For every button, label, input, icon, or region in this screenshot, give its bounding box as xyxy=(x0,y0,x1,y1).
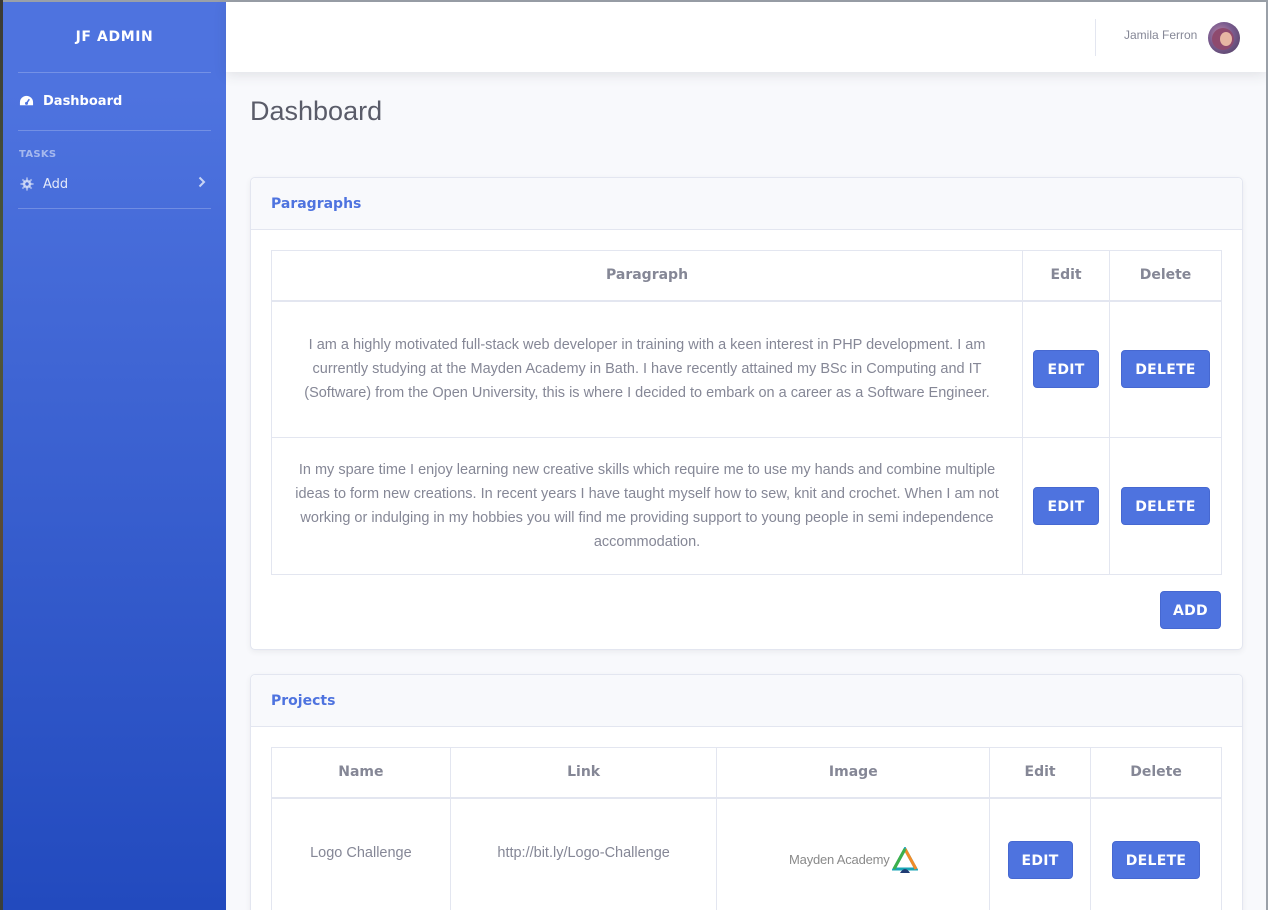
avatar[interactable] xyxy=(1208,22,1240,54)
delete-button[interactable]: DELETE xyxy=(1121,487,1210,525)
topbar-divider xyxy=(1095,19,1096,56)
gear-icon xyxy=(19,177,34,192)
delete-cell: DELETE xyxy=(1090,797,1222,910)
add-paragraph-button[interactable]: ADD xyxy=(1160,591,1221,629)
tachometer-icon xyxy=(19,94,34,109)
sidebar: JF ADMIN Dashboard TASKS Add xyxy=(3,2,226,910)
edit-button[interactable]: EDIT xyxy=(1007,840,1073,879)
table-row: I am a highly motivated full-stack web d… xyxy=(270,300,1222,438)
project-image: Mayden Academy xyxy=(716,797,991,910)
paragraph-text: In my spare time I enjoy learning new cr… xyxy=(270,437,1024,575)
edit-cell: EDIT xyxy=(1022,437,1111,575)
edit-cell: EDIT xyxy=(1022,300,1111,438)
mayden-academy-logo: Mayden Academy xyxy=(789,846,918,873)
card-title: Projects xyxy=(251,675,1242,727)
delete-button[interactable]: DELETE xyxy=(1121,350,1210,389)
project-link[interactable]: http://bit.ly/Logo-Challenge xyxy=(449,797,718,910)
chevron-right-icon xyxy=(198,176,206,192)
table-row: In my spare time I enjoy learning new cr… xyxy=(270,437,1222,575)
column-header: Delete xyxy=(1109,250,1222,302)
sidebar-divider xyxy=(18,208,211,209)
column-header: Paragraph xyxy=(270,250,1024,302)
delete-cell: DELETE xyxy=(1109,300,1222,438)
project-name: Logo Challenge xyxy=(271,797,451,910)
edit-button[interactable]: EDIT xyxy=(1033,350,1099,389)
paragraphs-card: Paragraphs Paragraph Edit Delete I am a … xyxy=(250,177,1243,650)
sidebar-item-dashboard[interactable]: Dashboard xyxy=(3,73,226,130)
paragraphs-table: Paragraph Edit Delete I am a highly moti… xyxy=(270,250,1222,575)
card-title: Paragraphs xyxy=(251,178,1242,230)
avatar-face xyxy=(1220,32,1232,46)
column-header: Delete xyxy=(1090,747,1222,799)
sidebar-item-add[interactable]: Add xyxy=(3,164,226,204)
column-header: Edit xyxy=(1022,250,1111,302)
page-title: Dashboard xyxy=(250,96,383,126)
delete-button[interactable]: DELETE xyxy=(1111,840,1201,879)
logo-text: Mayden Academy xyxy=(789,851,890,867)
brand-title[interactable]: JF ADMIN xyxy=(3,2,226,72)
delete-cell: DELETE xyxy=(1109,437,1222,575)
user-name[interactable]: Jamila Ferron xyxy=(1124,28,1197,42)
table-row: Logo Challenge http://bit.ly/Logo-Challe… xyxy=(271,797,1222,910)
mayden-a-icon xyxy=(891,846,918,873)
projects-card: Projects Name Link Image Edit Delete Log… xyxy=(250,674,1243,910)
topbar: Jamila Ferron xyxy=(226,2,1266,72)
edit-button[interactable]: EDIT xyxy=(1033,487,1099,525)
edit-cell: EDIT xyxy=(989,797,1092,910)
projects-table: Name Link Image Edit Delete Logo Challen… xyxy=(271,747,1222,910)
column-header: Image xyxy=(716,747,991,799)
paragraph-text: I am a highly motivated full-stack web d… xyxy=(270,300,1024,438)
column-header: Name xyxy=(271,747,451,799)
column-header: Link xyxy=(449,747,718,799)
main-content: Jamila Ferron Dashboard Paragraphs Parag… xyxy=(226,2,1266,910)
sidebar-item-label: Dashboard xyxy=(43,94,123,109)
sidebar-item-label: Add xyxy=(43,176,69,192)
sidebar-heading-tasks: TASKS xyxy=(19,149,57,160)
column-header: Edit xyxy=(989,747,1092,799)
